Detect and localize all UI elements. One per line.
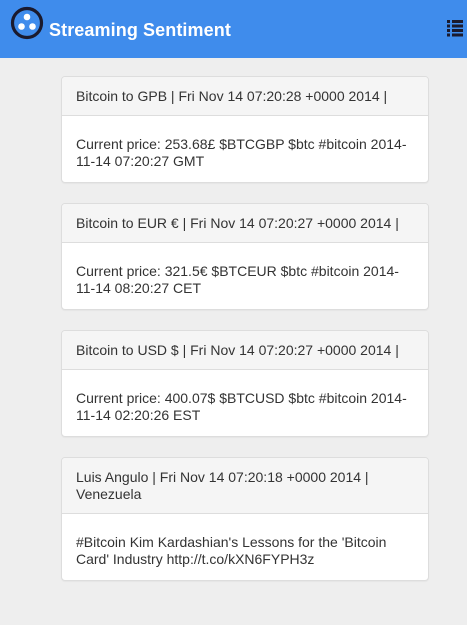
circle-dots-icon[interactable] — [10, 6, 44, 40]
app-title[interactable]: Streaming Sentiment — [49, 20, 231, 41]
tweet-header: Bitcoin to EUR € | Fri Nov 14 07:20:27 +… — [62, 204, 428, 243]
tweet-card: Bitcoin to USD $ | Fri Nov 14 07:20:27 +… — [61, 330, 429, 437]
tweet-feed: Bitcoin to GPB | Fri Nov 14 07:20:28 +00… — [61, 76, 429, 601]
navbar: Streaming Sentiment — [0, 0, 467, 58]
tweet-header: Bitcoin to GPB | Fri Nov 14 07:20:28 +00… — [62, 77, 428, 116]
tweet-card: Bitcoin to GPB | Fri Nov 14 07:20:28 +00… — [61, 76, 429, 183]
tweet-header: Bitcoin to USD $ | Fri Nov 14 07:20:27 +… — [62, 331, 428, 370]
tweet-card: Bitcoin to EUR € | Fri Nov 14 07:20:27 +… — [61, 203, 429, 310]
tweet-body: Current price: 400.07$ $BTCUSD $btc #bit… — [76, 390, 407, 423]
tweet-card: Luis Angulo | Fri Nov 14 07:20:18 +0000 … — [61, 457, 429, 581]
list-icon[interactable] — [447, 19, 463, 37]
tweet-body: Current price: 321.5€ $BTCEUR $btc #bitc… — [76, 263, 399, 296]
tweet-header: Luis Angulo | Fri Nov 14 07:20:18 +0000 … — [62, 458, 428, 514]
tweet-body: Current price: 253.68£ $BTCGBP $btc #bit… — [76, 136, 407, 169]
tweet-body: #Bitcoin Kim Kardashian's Lessons for th… — [76, 534, 387, 567]
